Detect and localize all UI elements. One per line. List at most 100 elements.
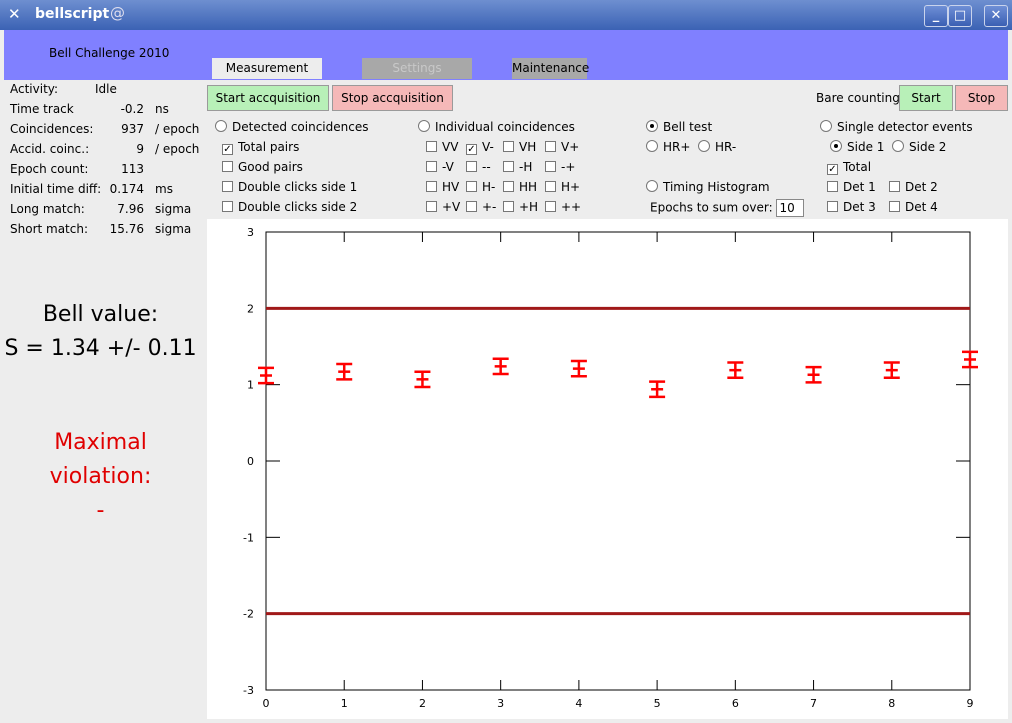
coinc-label: VV [442, 140, 459, 154]
plot-area: 3 2 1 0 -1 -2 -3 0 1 2 3 4 5 6 7 8 9 [207, 219, 1008, 719]
activity-label: Activity: [10, 82, 59, 96]
maximize-button[interactable]: □ [948, 5, 972, 27]
single-detector-radio[interactable]: Single detector events [820, 119, 973, 135]
activity-value: Idle [95, 82, 117, 96]
checkbox-icon [545, 181, 556, 192]
maximal-violation-value: - [96, 498, 105, 523]
tab-measurement[interactable]: Measurement [212, 58, 322, 79]
x-tick-label: 9 [967, 697, 974, 710]
det1-checkbox[interactable]: Det 1 [827, 179, 876, 195]
detected-coincidences-radio[interactable]: Detected coincidences [215, 119, 368, 135]
coinc-checkbox[interactable]: V+ [545, 139, 579, 155]
checkbox-checked-icon: ✓ [466, 144, 477, 155]
coinc-checkbox[interactable]: +H [503, 199, 538, 215]
checkbox-icon [827, 181, 838, 192]
det2-checkbox[interactable]: Det 2 [889, 179, 938, 195]
coinc-checkbox[interactable]: ✓ V- [466, 139, 494, 155]
checkbox-icon [222, 181, 233, 192]
coinc-checkbox[interactable]: HH [503, 179, 537, 195]
total-pairs-checkbox[interactable]: ✓ Total pairs [222, 139, 299, 155]
radio-on-icon [646, 120, 658, 132]
det2-label: Det 2 [905, 180, 938, 194]
coinc-checkbox[interactable]: -V [426, 159, 454, 175]
status-label: Time track [10, 102, 74, 116]
minimize-button[interactable]: _ [924, 5, 948, 27]
status-value: 0.174 [109, 182, 144, 196]
radio-on-icon [830, 140, 842, 152]
side1-label: Side 1 [847, 140, 885, 154]
spiral-icon: @ [110, 4, 125, 22]
start-acquisition-button[interactable]: Start accquisition [207, 85, 329, 111]
x-logo-icon[interactable]: ✕ [8, 5, 21, 23]
checkbox-icon [545, 201, 556, 212]
double-clicks-side1-checkbox[interactable]: Double clicks side 1 [222, 179, 357, 195]
epochs-input[interactable]: 10 [776, 199, 805, 217]
coinc-checkbox[interactable]: +V [426, 199, 460, 215]
bare-stop-button[interactable]: Stop [955, 85, 1008, 111]
radio-off-icon [698, 140, 710, 152]
coinc-checkbox[interactable]: -H [503, 159, 532, 175]
coinc-label: -- [482, 160, 491, 174]
title-bar[interactable]: ✕ bellscript @ _ □ ✕ [0, 0, 1012, 30]
stop-acquisition-button[interactable]: Stop accquisition [332, 85, 453, 111]
checkbox-icon [466, 201, 477, 212]
header-banner: Bell Challenge 2010 [4, 30, 1008, 80]
coinc-checkbox[interactable]: -- [466, 159, 491, 175]
side2-radio[interactable]: Side 2 [892, 139, 946, 155]
coinc-label: +V [442, 200, 461, 214]
timing-histogram-radio[interactable]: Timing Histogram [646, 179, 770, 195]
bell-value-label: Bell value: [42, 302, 159, 327]
tab-settings[interactable]: Settings [362, 58, 472, 79]
y-tick-label: -3 [243, 684, 254, 697]
radio-off-icon [418, 120, 430, 132]
x-tick-label: 4 [575, 697, 582, 710]
bare-counting-label: Bare counting: [816, 91, 904, 105]
coinc-checkbox[interactable]: HV [426, 179, 459, 195]
det4-label: Det 4 [905, 200, 938, 214]
hr-minus-label: HR- [715, 140, 737, 154]
coinc-label: V+ [561, 140, 580, 154]
coinc-checkbox[interactable]: VH [503, 139, 536, 155]
bell-test-label: Bell test [663, 120, 713, 134]
close-button[interactable]: ✕ [984, 5, 1008, 27]
hr-plus-radio[interactable]: HR+ [646, 139, 690, 155]
bare-start-button[interactable]: Start [899, 85, 953, 111]
good-pairs-checkbox[interactable]: Good pairs [222, 159, 303, 175]
coinc-label: HV [442, 180, 460, 194]
det3-checkbox[interactable]: Det 3 [827, 199, 876, 215]
x-tick-label: 0 [263, 697, 270, 710]
individual-coincidences-radio[interactable]: Individual coincidences [418, 119, 575, 135]
status-row: Epoch count: 113 [10, 160, 200, 178]
checkbox-icon [426, 181, 437, 192]
y-tick-label: 0 [247, 455, 254, 468]
bell-test-radio[interactable]: Bell test [646, 119, 712, 135]
coinc-checkbox[interactable]: H+ [545, 179, 580, 195]
status-label: Accid. coinc.: [10, 142, 90, 156]
tab-maintenance[interactable]: Maintenance [512, 58, 589, 79]
status-label: Long match: [10, 202, 85, 216]
coinc-checkbox[interactable]: VV [426, 139, 458, 155]
radio-off-icon [820, 120, 832, 132]
checkbox-icon [466, 161, 477, 172]
status-unit: / epoch [155, 142, 200, 156]
checkbox-icon [466, 181, 477, 192]
total-checkbox[interactable]: ✓ Total [827, 159, 871, 175]
coinc-checkbox[interactable]: +- [466, 199, 496, 215]
coinc-checkbox[interactable]: H- [466, 179, 495, 195]
side1-radio[interactable]: Side 1 [830, 139, 884, 155]
coinc-label: +H [519, 200, 539, 214]
x-tick-label: 3 [497, 697, 504, 710]
coinc-label: VH [519, 140, 537, 154]
hr-minus-radio[interactable]: HR- [698, 139, 736, 155]
y-tick-label: -2 [243, 608, 254, 621]
det1-label: Det 1 [843, 180, 876, 194]
checkbox-checked-icon: ✓ [222, 144, 233, 155]
double-clicks-side2-checkbox[interactable]: Double clicks side 2 [222, 199, 357, 215]
checkbox-icon [222, 161, 233, 172]
status-unit: sigma [155, 202, 192, 216]
coinc-checkbox[interactable]: ++ [545, 199, 581, 215]
det4-checkbox[interactable]: Det 4 [889, 199, 938, 215]
checkbox-icon [222, 201, 233, 212]
coinc-checkbox[interactable]: -+ [545, 159, 575, 175]
checkbox-icon [889, 201, 900, 212]
